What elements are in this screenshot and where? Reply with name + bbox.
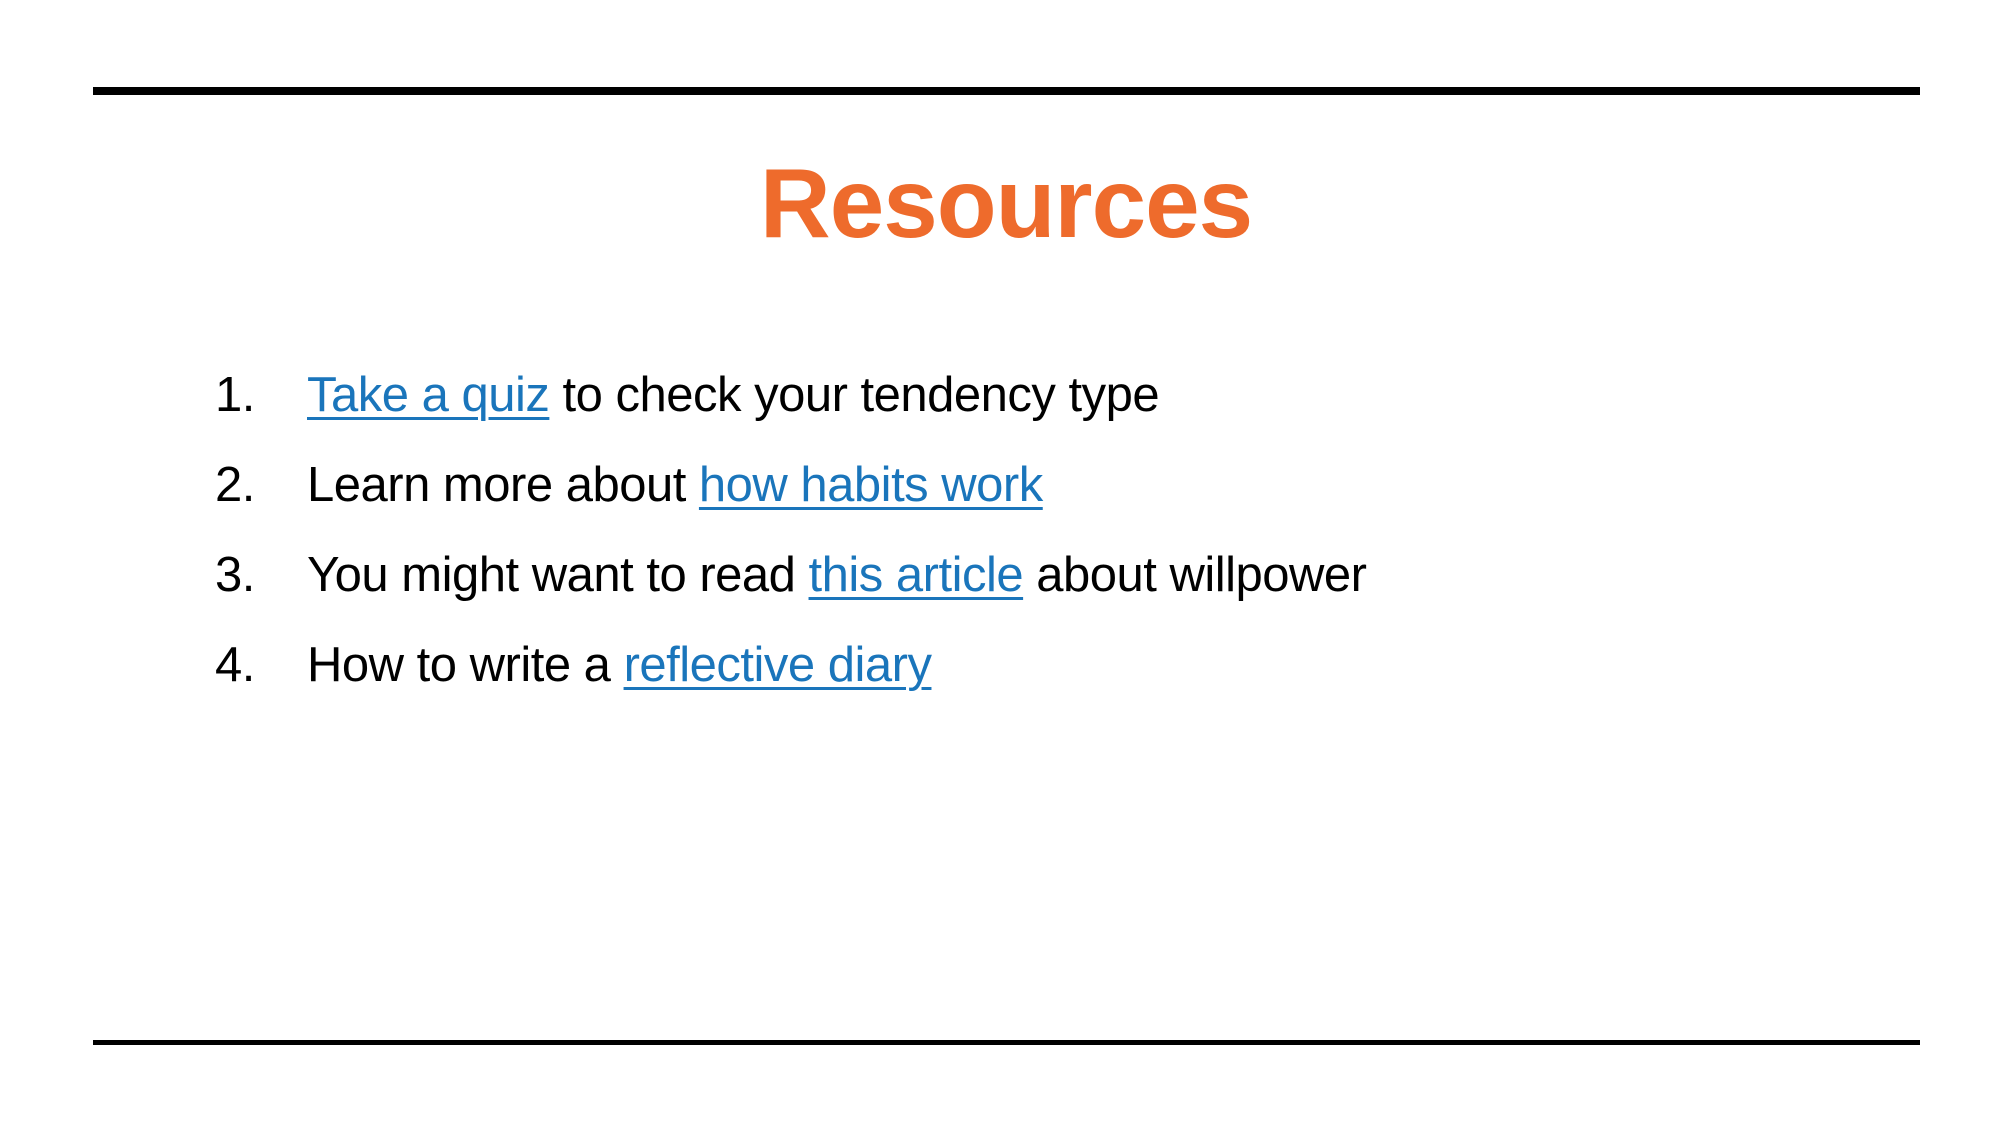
item-text-after: to check your tendency type bbox=[549, 368, 1160, 422]
item-text-before: You might want to read bbox=[307, 548, 809, 602]
item-text: You might want to read this article abou… bbox=[307, 542, 1367, 608]
item-number: 3. bbox=[215, 548, 255, 602]
item-text: Take a quiz to check your tendency type bbox=[307, 362, 1160, 428]
item-number: 2. bbox=[215, 458, 255, 512]
how-habits-work-link[interactable]: how habits work bbox=[699, 458, 1043, 512]
item-number: 4. bbox=[215, 638, 255, 692]
item-number: 1. bbox=[215, 368, 255, 422]
this-article-link[interactable]: this article bbox=[809, 548, 1024, 602]
top-rule bbox=[93, 87, 1920, 95]
bottom-rule bbox=[93, 1040, 1920, 1045]
take-a-quiz-link[interactable]: Take a quiz bbox=[307, 368, 550, 422]
slide-title: Resources bbox=[759, 148, 1253, 258]
item-text: How to write a reflective diary bbox=[307, 632, 932, 698]
item-text-before: How to write a bbox=[307, 638, 624, 692]
item-text-after: about willpower bbox=[1023, 548, 1367, 602]
reflective-diary-link[interactable]: reflective diary bbox=[624, 638, 932, 692]
item-text: Learn more about how habits work bbox=[307, 452, 1043, 518]
item-text-before: Learn more about bbox=[307, 458, 699, 512]
